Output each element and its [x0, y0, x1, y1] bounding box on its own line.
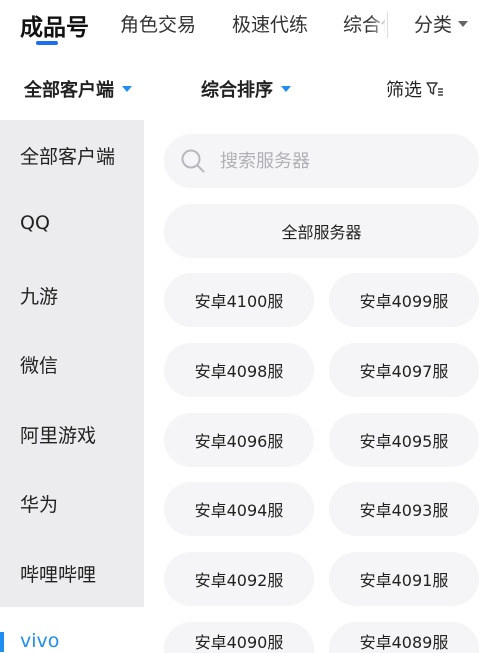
server-panel: 全部服务器 安卓4100服 安卓4099服 安卓4098服 安卓4097服 安卓… [144, 120, 500, 653]
tab-finished-account[interactable]: 成品号 [20, 8, 89, 42]
server-button[interactable]: 安卓4099服 [329, 273, 479, 327]
server-button[interactable]: 安卓4094服 [164, 482, 314, 536]
active-tab-indicator [36, 41, 58, 45]
chevron-down-icon [458, 20, 469, 27]
sidebar-item-bilibili[interactable]: 哔哩哔哩 [20, 560, 96, 587]
screen-label: 筛选 [386, 80, 422, 101]
server-button[interactable]: 安卓4095服 [329, 413, 479, 467]
sort-label: 综合排序 [201, 80, 273, 101]
sidebar-item-wechat[interactable]: 微信 [20, 351, 58, 378]
server-button[interactable]: 安卓4089服 [329, 622, 479, 653]
server-search-input[interactable] [220, 150, 460, 172]
client-filter-dropdown[interactable]: 全部客户端 [24, 76, 132, 102]
chevron-down-icon [281, 86, 291, 92]
sidebar-active-indicator [0, 632, 4, 652]
filter-row: 全部客户端 综合排序 筛选 [0, 56, 500, 120]
category-label: 分类 [414, 14, 453, 36]
server-search-box[interactable] [164, 134, 479, 188]
server-button[interactable]: 安卓4096服 [164, 413, 314, 467]
client-sidebar: 全部客户端 QQ 九游 微信 阿里游戏 华为 哔哩哔哩 vivo [0, 120, 144, 653]
chevron-down-icon [122, 86, 132, 92]
client-filter-label: 全部客户端 [24, 80, 114, 101]
search-icon [181, 149, 205, 173]
sidebar-item-all-clients[interactable]: 全部客户端 [20, 142, 115, 169]
server-button[interactable]: 安卓4091服 [329, 552, 479, 606]
category-dropdown[interactable]: 分类 [414, 10, 469, 37]
sort-dropdown[interactable]: 综合排序 [201, 76, 291, 102]
sidebar-item-vivo[interactable]: vivo [20, 630, 59, 652]
server-button[interactable]: 安卓4100服 [164, 273, 314, 327]
server-button[interactable]: 安卓4098服 [164, 343, 314, 397]
sidebar-item-huawei[interactable]: 华为 [20, 490, 58, 517]
tab-overflow-fade [370, 6, 388, 42]
sidebar-item-jiuyou[interactable]: 九游 [20, 282, 58, 309]
screen-button[interactable]: 筛选 [386, 76, 444, 102]
sidebar-item-ali-games[interactable]: 阿里游戏 [20, 421, 96, 448]
server-button[interactable]: 安卓4093服 [329, 482, 479, 536]
server-button[interactable]: 安卓4097服 [329, 343, 479, 397]
tab-fast-boost[interactable]: 极速代练 [232, 10, 308, 37]
all-servers-button[interactable]: 全部服务器 [164, 204, 479, 258]
sidebar-item-qq[interactable]: QQ [20, 212, 50, 234]
tab-role-trade[interactable]: 角色交易 [120, 10, 196, 37]
server-button[interactable]: 安卓4090服 [164, 622, 314, 653]
filter-icon [426, 82, 443, 96]
server-button[interactable]: 安卓4092服 [164, 552, 314, 606]
top-tab-bar: 成品号 角色交易 极速代练 综合代练 分类 [0, 0, 500, 56]
tab-divider [387, 12, 388, 38]
